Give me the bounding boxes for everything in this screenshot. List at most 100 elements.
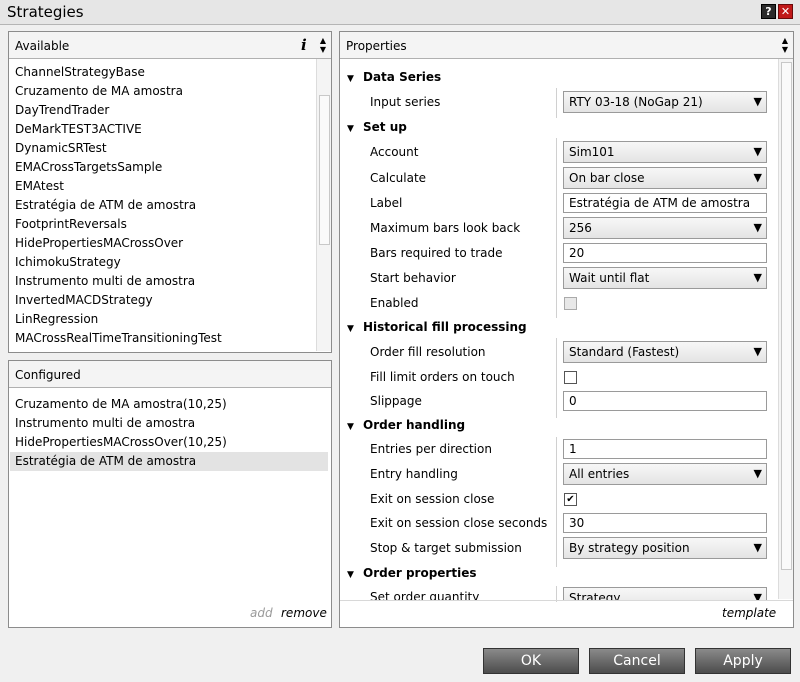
grid-divider [556,437,557,567]
max-bars-label: Maximum bars look back [370,221,521,235]
entry-handling-dropdown[interactable]: All entries ▼ [563,463,767,485]
section-title: Historical fill processing [363,320,527,334]
calculate-value: On bar close [569,171,645,185]
account-value: Sim101 [569,145,615,159]
stop-target-label: Stop & target submission [370,541,522,555]
info-icon[interactable]: i [301,36,307,54]
start-behavior-label: Start behavior [370,271,456,285]
template-link[interactable]: template [722,606,776,620]
scroll-arrows-icon[interactable]: ▲ ▼ [318,36,328,54]
available-list-item[interactable]: IchimokuStrategy [15,253,121,272]
grid-divider [556,88,557,118]
chevron-down-icon: ▼ [753,221,762,234]
cancel-button[interactable]: Cancel [589,648,685,674]
help-icon[interactable]: ? [761,4,776,19]
entries-field[interactable]: 1 [563,439,767,459]
order-fill-dropdown[interactable]: Standard (Fastest) ▼ [563,341,767,363]
chevron-down-icon: ▼ [753,467,762,480]
configured-header: Configured [9,361,331,388]
available-list-item[interactable]: Estratégia de ATM de amostra [15,196,196,215]
section-title: Data Series [363,70,442,84]
available-list-item[interactable]: LinRegression [15,310,98,329]
properties-scroll-thumb[interactable] [781,62,792,570]
add-link[interactable]: add [250,606,273,620]
chevron-down-icon: ▼ [753,271,762,284]
available-list-item[interactable]: Cruzamento de MA amostra [15,82,183,101]
available-list-item[interactable]: InvertedMACDStrategy [15,291,153,310]
start-behavior-dropdown[interactable]: Wait until flat ▼ [563,267,767,289]
section-data-series[interactable]: ▼ Data Series [347,67,441,87]
max-bars-value: 256 [569,221,592,235]
configured-list-item[interactable]: HidePropertiesMACrossOver(10,25) [15,433,227,452]
available-list-item[interactable]: EMAtest [15,177,64,196]
collapse-triangle-icon[interactable]: ▼ [347,69,359,89]
stop-target-dropdown[interactable]: By strategy position ▼ [563,537,767,559]
slippage-field[interactable]: 0 [563,391,767,411]
label-field[interactable]: Estratégia de ATM de amostra [563,193,767,213]
stop-target-value: By strategy position [569,541,690,555]
available-header: Available i ▲ ▼ [9,32,331,59]
collapse-triangle-icon[interactable]: ▼ [347,565,359,585]
section-historical[interactable]: ▼ Historical fill processing [347,317,527,337]
scroll-arrows-icon[interactable]: ▲ ▼ [780,36,790,54]
account-label: Account [370,145,419,159]
bars-required-field[interactable]: 20 [563,243,767,263]
input-series-label: Input series [370,95,441,109]
available-scrollbar[interactable] [316,59,331,351]
available-list-item[interactable]: DynamicSRTest [15,139,107,158]
configured-list-item[interactable]: Instrumento multi de amostra [15,414,195,433]
available-list-item[interactable]: DayTrendTrader [15,101,109,120]
available-panel: Available i ▲ ▼ ChannelStrategyBase Cruzam… [8,31,332,353]
available-list-item[interactable]: DeMarkTEST3ACTIVE [15,120,142,139]
footer-divider [340,600,793,601]
enabled-checkbox[interactable] [564,297,577,310]
chevron-down-icon: ▼ [753,591,762,600]
fill-limit-checkbox[interactable] [564,371,577,384]
available-list-item[interactable]: EMACrossTargetsSample [15,158,162,177]
set-qty-label: Set order quantity [370,590,480,600]
section-order-handling[interactable]: ▼ Order handling [347,415,465,435]
ok-button[interactable]: OK [483,648,579,674]
chevron-down-icon: ▼ [753,171,762,184]
chevron-down-icon: ▼ [753,541,762,554]
exit-seconds-field[interactable]: 30 [563,513,767,533]
exit-session-checkbox[interactable]: ✔ [564,493,577,506]
collapse-triangle-icon[interactable]: ▼ [347,417,359,437]
collapse-triangle-icon[interactable]: ▼ [347,119,359,139]
exit-session-label: Exit on session close [370,492,495,506]
entry-handling-label: Entry handling [370,467,458,481]
configured-list-item[interactable]: Cruzamento de MA amostra(10,25) [15,395,227,414]
section-title: Order properties [363,566,477,580]
available-list-item[interactable]: FootprintReversals [15,215,127,234]
properties-scrollbar[interactable] [778,59,793,599]
properties-panel: Properties ▲ ▼ ▼ Data Series Input series … [339,31,794,628]
account-dropdown[interactable]: Sim101 ▼ [563,141,767,163]
input-series-dropdown[interactable]: RTY 03-18 (NoGap 21) ▼ [563,91,767,113]
available-list-item[interactable]: ChannelStrategyBase [15,63,145,82]
close-icon[interactable]: ✕ [778,4,793,19]
available-title: Available [15,39,70,53]
title-bar: Strategies ? ✕ [0,0,800,25]
available-list-item[interactable]: MACrossRealTimeTransitioningTest [15,329,222,348]
configured-list-item[interactable]: Estratégia de ATM de amostra [10,452,328,471]
section-title: Order handling [363,418,466,432]
fill-limit-label: Fill limit orders on touch [370,370,515,384]
available-list-item[interactable]: HidePropertiesMACrossOver [15,234,183,253]
calculate-label: Calculate [370,171,427,185]
section-title: Set up [363,120,407,134]
calculate-dropdown[interactable]: On bar close ▼ [563,167,767,189]
configured-panel: Configured Cruzamento de MA amostra(10,2… [8,360,332,628]
max-bars-dropdown[interactable]: 256 ▼ [563,217,767,239]
properties-title: Properties [346,39,407,53]
collapse-triangle-icon[interactable]: ▼ [347,319,359,339]
order-fill-value: Standard (Fastest) [569,345,680,359]
available-list-item[interactable]: Instrumento multi de amostra [15,272,195,291]
exit-seconds-label: Exit on session close seconds [370,516,548,530]
section-setup[interactable]: ▼ Set up [347,117,407,137]
set-qty-dropdown[interactable]: Strategy ▼ [563,587,767,600]
section-order-properties[interactable]: ▼ Order properties [347,563,476,583]
apply-button[interactable]: Apply [695,648,791,674]
enabled-label: Enabled [370,296,419,310]
available-scroll-thumb[interactable] [319,95,330,245]
remove-link[interactable]: remove [281,606,327,620]
